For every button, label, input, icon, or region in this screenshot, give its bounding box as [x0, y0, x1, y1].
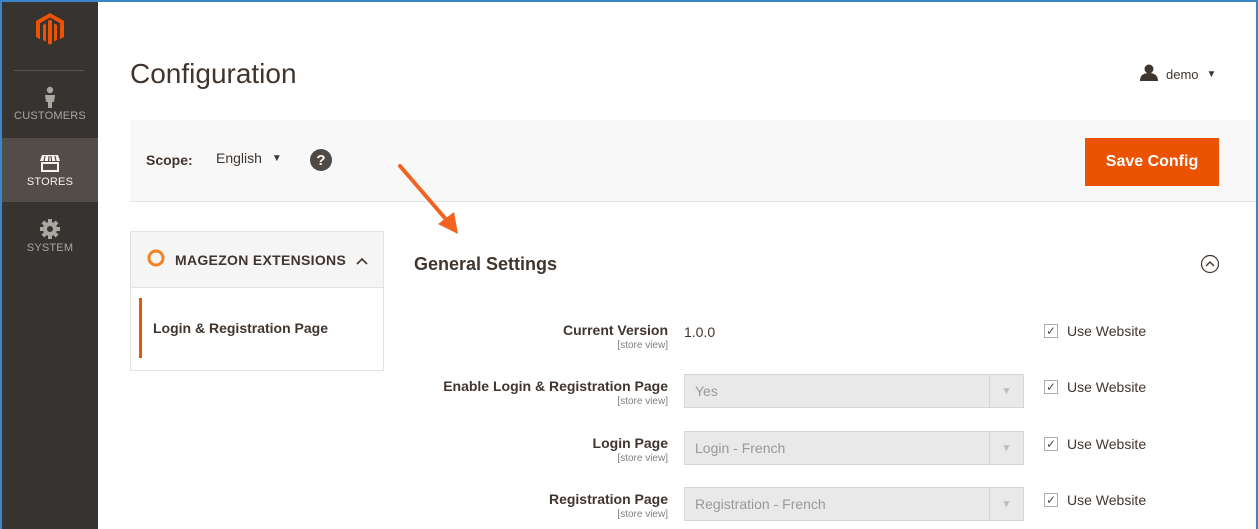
collapse-section-icon[interactable]	[1200, 254, 1220, 279]
field-row-enable: Enable Login & Registration Page [store …	[414, 374, 1254, 422]
chevron-up-icon	[356, 252, 368, 268]
user-menu[interactable]: demo ▼	[1140, 64, 1216, 84]
sidebar-item-customers[interactable]: CUSTOMERS	[2, 72, 98, 136]
sidebar-item-label: SYSTEM	[26, 242, 74, 254]
section-title: General Settings	[414, 254, 558, 274]
field-scope: [store view]	[617, 396, 668, 407]
use-website-label: Use Website	[1067, 492, 1147, 508]
checkbox-checked-icon[interactable]: ✓	[1044, 493, 1058, 507]
select-value: Login - French	[695, 440, 786, 456]
admin-sidebar: CUSTOMERS STORES SYSTEM	[2, 2, 98, 529]
scope-bar: Scope: English ▼ ? Save Config	[130, 120, 1256, 202]
field-scope: [store view]	[617, 453, 668, 464]
enable-select[interactable]: Yes ▼	[684, 374, 1024, 408]
select-arrow-icon: ▼	[989, 488, 1023, 520]
config-group-label: MAGEZON EXTENSIONS	[175, 251, 347, 268]
config-tab-label: Login & Registration Page	[153, 320, 329, 336]
sidebar-item-system[interactable]: SYSTEM	[2, 204, 98, 268]
scope-label: Scope:	[146, 152, 193, 168]
stores-icon	[40, 152, 60, 174]
save-config-button[interactable]: Save Config	[1085, 138, 1219, 186]
field-row-login-page: Login Page [store view] Login - French ▼…	[414, 431, 1254, 479]
login-page-select[interactable]: Login - French ▼	[684, 431, 1024, 465]
sidebar-divider	[14, 70, 84, 71]
config-tab-login-registration[interactable]: Login & Registration Page	[139, 298, 383, 358]
config-tabs: MAGEZON EXTENSIONS Login & Registration …	[130, 231, 384, 371]
field-label: Registration Page	[548, 491, 668, 507]
scope-switcher[interactable]: English ▼	[216, 150, 282, 166]
config-group-magezon[interactable]: MAGEZON EXTENSIONS	[131, 232, 383, 288]
chevron-down-icon: ▼	[271, 152, 282, 164]
annotation-arrow-icon	[398, 164, 458, 234]
current-version-value: 1.0.0	[684, 324, 716, 340]
sidebar-item-label: CUSTOMERS	[14, 110, 86, 122]
scope-value: English	[216, 150, 262, 166]
field-label: Enable Login & Registration Page	[443, 378, 668, 394]
select-arrow-icon: ▼	[989, 432, 1023, 464]
checkbox-checked-icon[interactable]: ✓	[1044, 437, 1058, 451]
select-value: Registration - French	[695, 496, 826, 512]
select-arrow-icon: ▼	[989, 375, 1023, 407]
page-title: Configuration	[130, 58, 297, 89]
magento-logo[interactable]	[2, 2, 98, 64]
checkbox-checked-icon[interactable]: ✓	[1044, 324, 1058, 338]
field-scope: [store view]	[617, 340, 668, 351]
magezon-logo-icon	[147, 249, 165, 270]
magento-logo-icon	[36, 13, 64, 45]
use-website-label: Use Website	[1067, 323, 1147, 339]
select-value: Yes	[695, 383, 718, 399]
registration-page-select[interactable]: Registration - French ▼	[684, 487, 1024, 521]
system-gear-icon	[40, 218, 60, 240]
sidebar-item-label: STORES	[26, 176, 74, 188]
use-website-checkbox[interactable]: ✓ Use Website	[1044, 492, 1146, 508]
field-row-current-version: Current Version [store view] 1.0.0 ✓ Use…	[414, 322, 1254, 366]
user-name: demo	[1166, 66, 1199, 82]
chevron-down-icon: ▼	[1206, 68, 1217, 80]
customers-icon	[43, 86, 57, 108]
use-website-label: Use Website	[1067, 379, 1147, 395]
field-row-registration-page: Registration Page [store view] Registrat…	[414, 487, 1254, 529]
field-label: Current Version	[562, 322, 668, 338]
checkbox-checked-icon[interactable]: ✓	[1044, 380, 1058, 394]
use-website-label: Use Website	[1067, 436, 1147, 452]
use-website-checkbox[interactable]: ✓ Use Website	[1044, 436, 1146, 452]
sidebar-item-stores[interactable]: STORES	[2, 138, 98, 202]
use-website-checkbox[interactable]: ✓ Use Website	[1044, 323, 1146, 339]
user-icon	[1140, 64, 1158, 84]
field-label: Login Page	[592, 435, 668, 451]
use-website-checkbox[interactable]: ✓ Use Website	[1044, 379, 1146, 395]
help-icon[interactable]: ?	[310, 149, 332, 171]
field-scope: [store view]	[617, 509, 668, 520]
